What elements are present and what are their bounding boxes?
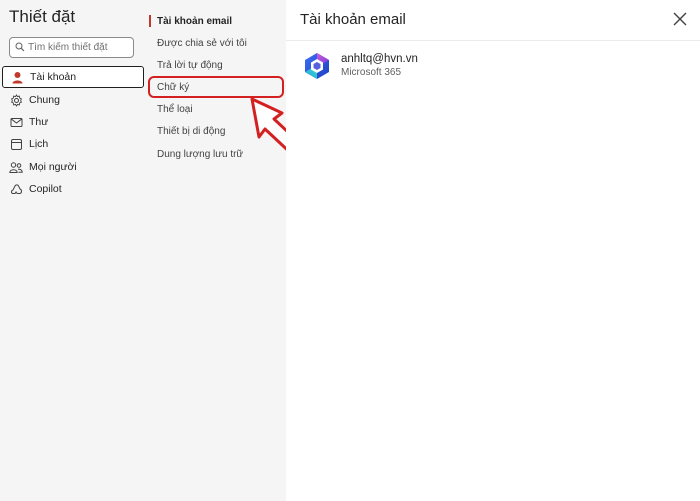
subnav-item-email-accounts[interactable]: Tài khoản email: [157, 16, 232, 27]
account-product: Microsoft 365: [341, 67, 402, 78]
nav-item-label: Copilot: [29, 183, 62, 195]
subnav-item-shared-with-me[interactable]: Được chia sẻ với tôi: [157, 38, 247, 49]
mail-icon: [9, 115, 23, 129]
close-icon[interactable]: [672, 11, 688, 27]
nav-item-calendar[interactable]: Lịch: [2, 133, 144, 155]
person-icon: [10, 70, 24, 84]
nav-item-mail[interactable]: Thư: [2, 111, 144, 133]
gear-icon: [9, 93, 23, 107]
calendar-icon: [9, 137, 23, 151]
subnav-item-categories[interactable]: Thể loại: [157, 104, 193, 115]
settings-search-input[interactable]: [28, 39, 130, 56]
settings-title: Thiết đặt: [9, 7, 76, 26]
nav-item-label: Chung: [29, 94, 60, 106]
microsoft-365-logo-icon: [305, 53, 329, 79]
account-email: anhltq@hvn.vn: [341, 53, 418, 65]
search-icon: [15, 42, 25, 52]
nav-item-label: Thư: [29, 116, 49, 128]
settings-search-box[interactable]: [9, 37, 134, 58]
nav-item-general[interactable]: Chung: [2, 89, 144, 111]
active-indicator: [149, 15, 151, 27]
nav-item-people[interactable]: Mọi người: [2, 156, 144, 178]
subnav-item-mobile-devices[interactable]: Thiết bị di động: [157, 126, 225, 137]
nav-item-label: Tài khoản: [30, 71, 77, 83]
nav-item-label: Mọi người: [29, 161, 77, 173]
nav-item-copilot[interactable]: Copilot: [2, 178, 144, 200]
subnav-item-storage[interactable]: Dung lượng lưu trữ: [157, 149, 243, 160]
copilot-icon: [9, 182, 23, 196]
subnav-item-auto-replies[interactable]: Trả lời tự động: [157, 60, 223, 71]
people-icon: [9, 160, 23, 174]
nav-item-label: Lịch: [29, 138, 49, 150]
header-divider: [286, 40, 700, 41]
nav-item-account[interactable]: Tài khoản: [2, 66, 144, 88]
page-title: Tài khoản email: [300, 11, 406, 28]
